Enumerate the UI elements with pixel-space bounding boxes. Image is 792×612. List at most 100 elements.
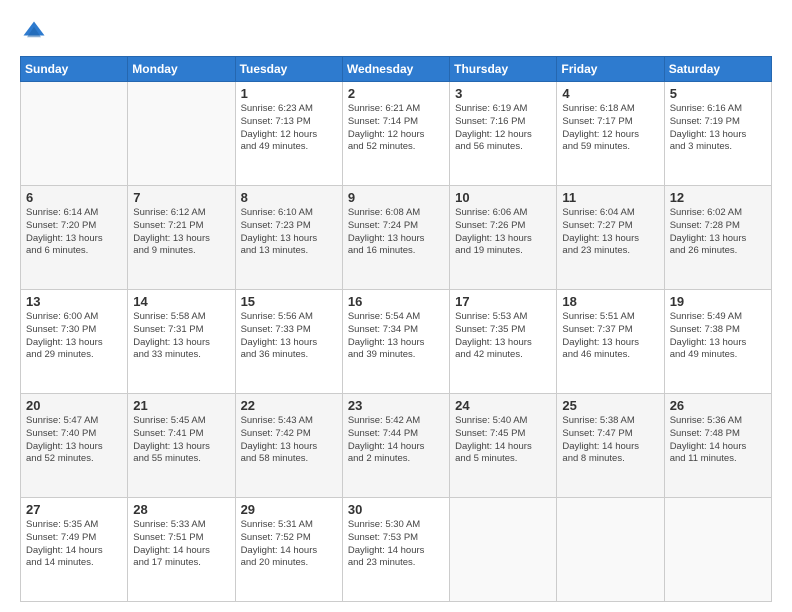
day-number: 27 (26, 502, 122, 517)
calendar-week-row: 1Sunrise: 6:23 AM Sunset: 7:13 PM Daylig… (21, 82, 772, 186)
calendar-cell: 6Sunrise: 6:14 AM Sunset: 7:20 PM Daylig… (21, 186, 128, 290)
calendar-header-saturday: Saturday (664, 57, 771, 82)
calendar-week-row: 6Sunrise: 6:14 AM Sunset: 7:20 PM Daylig… (21, 186, 772, 290)
calendar-cell: 2Sunrise: 6:21 AM Sunset: 7:14 PM Daylig… (342, 82, 449, 186)
calendar-cell: 20 Sunrise: 5:47 AM Sunset: 7:40 PM Dayli… (21, 394, 128, 498)
calendar-week-row: 13 Sunrise: 6:00 AM Sunset: 7:30 PM Dayli… (21, 290, 772, 394)
calendar-cell: 15Sunrise: 5:56 AM Sunset: 7:33 PM Dayli… (235, 290, 342, 394)
day-number: 18 (562, 294, 658, 309)
calendar-week-row: 27 Sunrise: 5:35 AM Sunset: 7:49 PM Dayli… (21, 498, 772, 602)
day-number: 1 (241, 86, 337, 101)
day-number: 4 (562, 86, 658, 101)
calendar-cell: 25 Sunrise: 5:38 AM Sunset: 7:47 PM Dayli… (557, 394, 664, 498)
calendar-week-row: 20 Sunrise: 5:47 AM Sunset: 7:40 PM Dayli… (21, 394, 772, 498)
day-info: Sunrise: 6:00 AM Sunset: 7:30 PM Dayligh… (26, 311, 122, 362)
day-info: Sunrise: 6:10 AM Sunset: 7:23 PM Dayligh… (241, 207, 337, 258)
day-number: 9 (348, 190, 444, 205)
calendar-table: SundayMondayTuesdayWednesdayThursdayFrid… (20, 56, 772, 602)
calendar-cell: 23 Sunrise: 5:42 AM Sunset: 7:44 PM Dayli… (342, 394, 449, 498)
day-info: Sunrise: 5:47 AM Sunset: 7:40 PM Dayligh… (26, 415, 122, 466)
calendar-header-tuesday: Tuesday (235, 57, 342, 82)
calendar-cell: 24 Sunrise: 5:40 AM Sunset: 7:45 PM Dayli… (450, 394, 557, 498)
page: SundayMondayTuesdayWednesdayThursdayFrid… (0, 0, 792, 612)
day-number: 6 (26, 190, 122, 205)
day-info: Sunrise: 5:35 AM Sunset: 7:49 PM Dayligh… (26, 519, 122, 570)
day-number: 12 (670, 190, 766, 205)
day-info: Sunrise: 5:33 AM Sunset: 7:51 PM Dayligh… (133, 519, 229, 570)
day-number: 26 (670, 398, 766, 413)
calendar-cell: 27 Sunrise: 5:35 AM Sunset: 7:49 PM Dayli… (21, 498, 128, 602)
day-info: Sunrise: 5:49 AM Sunset: 7:38 PM Dayligh… (670, 311, 766, 362)
calendar-header-row: SundayMondayTuesdayWednesdayThursdayFrid… (21, 57, 772, 82)
calendar-cell (557, 498, 664, 602)
logo-icon (20, 18, 48, 46)
calendar-cell: 7 Sunrise: 6:12 AM Sunset: 7:21 PM Daylig… (128, 186, 235, 290)
calendar-cell: 3Sunrise: 6:19 AM Sunset: 7:16 PM Daylig… (450, 82, 557, 186)
day-number: 28 (133, 502, 229, 517)
calendar-cell: 4 Sunrise: 6:18 AM Sunset: 7:17 PM Daylig… (557, 82, 664, 186)
calendar-cell: 29 Sunrise: 5:31 AM Sunset: 7:52 PM Dayli… (235, 498, 342, 602)
day-number: 5 (670, 86, 766, 101)
calendar-cell: 11 Sunrise: 6:04 AM Sunset: 7:27 PM Dayli… (557, 186, 664, 290)
calendar-cell (664, 498, 771, 602)
day-info: Sunrise: 5:51 AM Sunset: 7:37 PM Dayligh… (562, 311, 658, 362)
day-info: Sunrise: 6:02 AM Sunset: 7:28 PM Dayligh… (670, 207, 766, 258)
day-info: Sunrise: 6:12 AM Sunset: 7:21 PM Dayligh… (133, 207, 229, 258)
day-number: 13 (26, 294, 122, 309)
calendar-header-monday: Monday (128, 57, 235, 82)
day-info: Sunrise: 5:53 AM Sunset: 7:35 PM Dayligh… (455, 311, 551, 362)
day-number: 22 (241, 398, 337, 413)
day-number: 7 (133, 190, 229, 205)
day-number: 21 (133, 398, 229, 413)
day-number: 23 (348, 398, 444, 413)
day-info: Sunrise: 6:06 AM Sunset: 7:26 PM Dayligh… (455, 207, 551, 258)
day-number: 14 (133, 294, 229, 309)
calendar-cell: 17 Sunrise: 5:53 AM Sunset: 7:35 PM Dayli… (450, 290, 557, 394)
day-info: Sunrise: 5:38 AM Sunset: 7:47 PM Dayligh… (562, 415, 658, 466)
day-info: Sunrise: 5:30 AM Sunset: 7:53 PM Dayligh… (348, 519, 444, 570)
calendar-cell: 19Sunrise: 5:49 AM Sunset: 7:38 PM Dayli… (664, 290, 771, 394)
day-info: Sunrise: 5:43 AM Sunset: 7:42 PM Dayligh… (241, 415, 337, 466)
calendar-cell: 10 Sunrise: 6:06 AM Sunset: 7:26 PM Dayli… (450, 186, 557, 290)
day-number: 10 (455, 190, 551, 205)
calendar-cell: 13 Sunrise: 6:00 AM Sunset: 7:30 PM Dayli… (21, 290, 128, 394)
day-info: Sunrise: 6:08 AM Sunset: 7:24 PM Dayligh… (348, 207, 444, 258)
day-number: 17 (455, 294, 551, 309)
day-info: Sunrise: 5:58 AM Sunset: 7:31 PM Dayligh… (133, 311, 229, 362)
day-info: Sunrise: 5:31 AM Sunset: 7:52 PM Dayligh… (241, 519, 337, 570)
calendar-header-thursday: Thursday (450, 57, 557, 82)
calendar-cell (450, 498, 557, 602)
day-info: Sunrise: 6:04 AM Sunset: 7:27 PM Dayligh… (562, 207, 658, 258)
calendar-header-sunday: Sunday (21, 57, 128, 82)
day-info: Sunrise: 5:36 AM Sunset: 7:48 PM Dayligh… (670, 415, 766, 466)
day-info: Sunrise: 6:19 AM Sunset: 7:16 PM Dayligh… (455, 103, 551, 154)
calendar-cell: 1Sunrise: 6:23 AM Sunset: 7:13 PM Daylig… (235, 82, 342, 186)
day-info: Sunrise: 6:16 AM Sunset: 7:19 PM Dayligh… (670, 103, 766, 154)
day-number: 30 (348, 502, 444, 517)
calendar-cell: 30 Sunrise: 5:30 AM Sunset: 7:53 PM Dayli… (342, 498, 449, 602)
day-info: Sunrise: 5:42 AM Sunset: 7:44 PM Dayligh… (348, 415, 444, 466)
day-number: 20 (26, 398, 122, 413)
day-number: 16 (348, 294, 444, 309)
calendar-cell: 21 Sunrise: 5:45 AM Sunset: 7:41 PM Dayli… (128, 394, 235, 498)
calendar-cell: 5 Sunrise: 6:16 AM Sunset: 7:19 PM Daylig… (664, 82, 771, 186)
day-info: Sunrise: 5:40 AM Sunset: 7:45 PM Dayligh… (455, 415, 551, 466)
day-number: 24 (455, 398, 551, 413)
day-info: Sunrise: 6:18 AM Sunset: 7:17 PM Dayligh… (562, 103, 658, 154)
calendar-cell (21, 82, 128, 186)
calendar-cell: 12 Sunrise: 6:02 AM Sunset: 7:28 PM Dayli… (664, 186, 771, 290)
day-number: 11 (562, 190, 658, 205)
day-info: Sunrise: 5:56 AM Sunset: 7:33 PM Dayligh… (241, 311, 337, 362)
calendar-header-friday: Friday (557, 57, 664, 82)
day-number: 25 (562, 398, 658, 413)
calendar-cell: 9 Sunrise: 6:08 AM Sunset: 7:24 PM Daylig… (342, 186, 449, 290)
header (20, 18, 772, 46)
calendar-cell (128, 82, 235, 186)
logo (20, 18, 52, 46)
day-number: 2 (348, 86, 444, 101)
calendar-cell: 14 Sunrise: 5:58 AM Sunset: 7:31 PM Dayli… (128, 290, 235, 394)
day-number: 29 (241, 502, 337, 517)
calendar-cell: 16Sunrise: 5:54 AM Sunset: 7:34 PM Dayli… (342, 290, 449, 394)
calendar-cell: 8Sunrise: 6:10 AM Sunset: 7:23 PM Daylig… (235, 186, 342, 290)
day-info: Sunrise: 5:45 AM Sunset: 7:41 PM Dayligh… (133, 415, 229, 466)
